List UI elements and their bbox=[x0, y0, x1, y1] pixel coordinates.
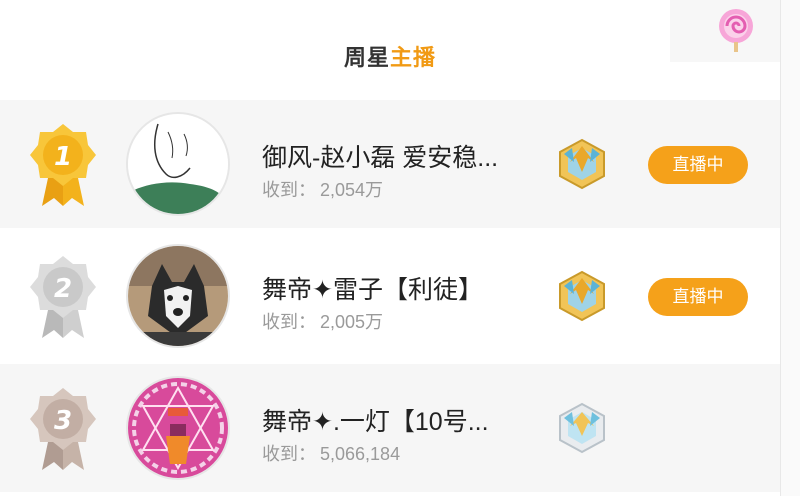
panel-title: 周星主播 bbox=[0, 40, 780, 72]
list-item[interactable]: 1 御风-赵小磊 爱安稳... 收到： 2,054万 直播中 bbox=[0, 100, 780, 228]
received-label: 收到： bbox=[262, 312, 316, 332]
received-value: 5,066,184 bbox=[320, 444, 401, 464]
live-button[interactable]: 直播中 bbox=[648, 278, 748, 316]
right-scroll-edge bbox=[780, 0, 800, 496]
medal-rank: 1 bbox=[54, 142, 72, 172]
bronze-medal-icon: 3 bbox=[30, 388, 96, 470]
medal-rank: 3 bbox=[54, 406, 72, 436]
rank-badge-icon bbox=[559, 402, 605, 454]
avatar[interactable] bbox=[126, 112, 230, 216]
rank-badge-icon bbox=[559, 270, 605, 322]
gold-medal-icon: 1 bbox=[30, 124, 96, 206]
title-dark: 周星 bbox=[343, 45, 390, 70]
live-button[interactable]: 直播中 bbox=[648, 146, 748, 184]
received-label: 收到： bbox=[262, 444, 316, 464]
weekly-star-panel: 棒 周星主播 1 御风-赵小磊 爱安稳... 收到：2,054万 bbox=[0, 0, 798, 496]
list-item[interactable]: 2 舞帝✦雷子【利徒】 收到： 2,005万 直播中 bbox=[0, 232, 780, 360]
rank-badge-icon bbox=[559, 138, 605, 190]
list-item[interactable]: 3 舞帝✦.一灯【10号... 收到： 5,066,184 bbox=[0, 364, 780, 492]
received-value: 2,005万 bbox=[320, 312, 384, 332]
received-amount: 收到： 5,066,184 bbox=[262, 440, 400, 466]
avatar[interactable] bbox=[126, 376, 230, 480]
received-amount: 收到： 2,005万 bbox=[262, 308, 383, 334]
received-label: 收到： bbox=[262, 180, 316, 200]
received-value: 2,054万 bbox=[320, 180, 384, 200]
received-amount: 收到： 2,054万 bbox=[262, 176, 383, 202]
streamer-name[interactable]: 舞帝✦.一灯【10号... bbox=[262, 402, 489, 438]
streamer-name[interactable]: 御风-赵小磊 爱安稳... bbox=[262, 138, 498, 174]
title-accent: 主播 bbox=[390, 45, 437, 70]
medal-rank: 2 bbox=[54, 274, 72, 304]
streamer-name[interactable]: 舞帝✦雷子【利徒】 bbox=[262, 270, 483, 306]
silver-medal-icon: 2 bbox=[30, 256, 96, 338]
avatar[interactable] bbox=[126, 244, 230, 348]
